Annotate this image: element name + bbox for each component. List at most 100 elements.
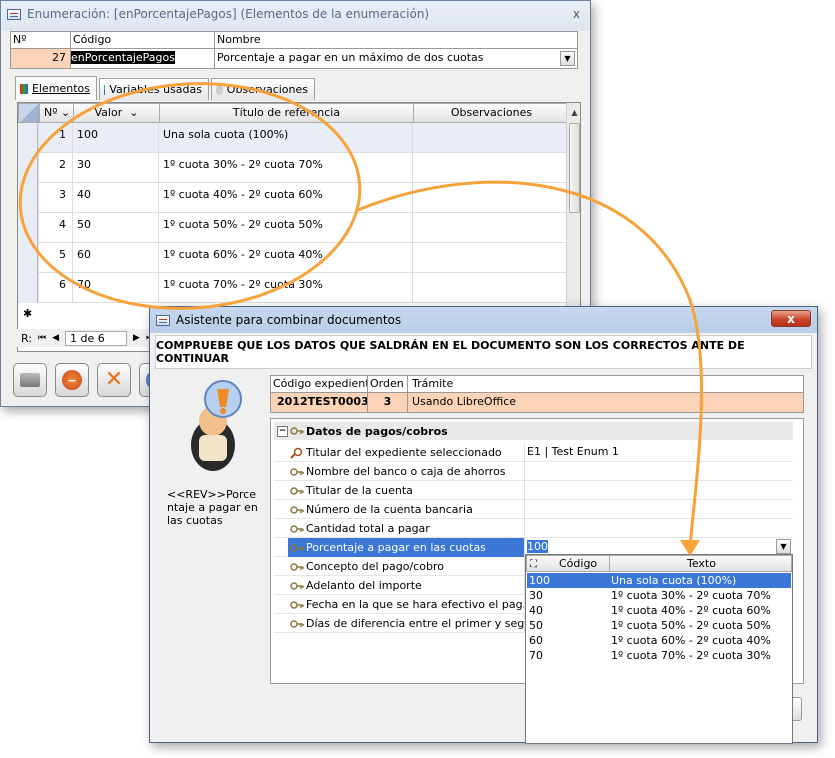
table-row[interactable]: 3 40 1º cuota 40% - 2º cuota 60% [18,183,566,213]
table-row[interactable]: 2 30 1º cuota 30% - 2º cuota 70% [18,153,566,183]
cell-n[interactable]: 6 [38,273,72,303]
property-label-cell[interactable]: Número de la cuenta bancaria [288,500,524,519]
group-header[interactable]: − Datos de pagos/cobros [274,422,793,440]
cell-observaciones[interactable] [412,213,566,243]
exp-col-tramite: Trámite [408,376,803,393]
property-row[interactable]: Número de la cuenta bancaria [274,500,793,519]
property-label-cell[interactable]: Nombre del banco o caja de ahorros [288,462,524,481]
scroll-up-icon[interactable]: ▲ [567,105,580,120]
property-value[interactable] [524,462,793,481]
scroll-thumb[interactable] [569,123,580,213]
grid-col-num[interactable]: Nº ⌄ [39,104,73,122]
row-selector[interactable] [18,273,38,303]
cell-valor[interactable]: 50 [72,213,158,243]
name-dropdown-button[interactable]: ▼ [560,51,575,66]
property-row[interactable]: Nombre del banco o caja de ahorros [274,462,793,481]
row-selector[interactable] [18,153,38,183]
property-label-cell[interactable]: Fecha en la que se hara efectivo el pag.… [288,595,524,614]
close-button[interactable]: x [573,7,580,21]
cell-n[interactable]: 2 [38,153,72,183]
cell-titulo[interactable]: Una sola cuota (100%) [158,123,412,153]
cell-valor[interactable]: 100 [72,123,158,153]
property-label-cell[interactable]: Cantidad total a pagar [288,519,524,538]
cell-observaciones[interactable] [412,153,566,183]
property-label-cell[interactable]: Porcentaje a pagar en las cuotas [288,538,524,557]
cell-n[interactable]: 3 [38,183,72,213]
dropdown-item[interactable]: 100 Una sola cuota (100%) [527,573,791,588]
table-row[interactable]: 1 100 Una sola cuota (100%) [18,123,566,153]
cell-n[interactable]: 5 [38,243,72,273]
table-row[interactable]: 5 60 1º cuota 60% - 2º cuota 40% [18,243,566,273]
cell-observaciones[interactable] [412,243,566,273]
property-label-cell[interactable]: Titular del expediente seleccionado [288,443,524,462]
tab-observaciones[interactable]: Observaciones [211,78,315,100]
record-position[interactable]: 1 de 6 [65,330,128,346]
row-selector[interactable] [18,243,38,273]
cell-observaciones[interactable] [412,183,566,213]
cell-observaciones[interactable] [412,123,566,153]
print-button[interactable] [13,363,47,397]
property-label-cell[interactable]: Concepto del pago/cobro [288,557,524,576]
cell-valor[interactable]: 40 [72,183,158,213]
cell-valor[interactable]: 30 [72,153,158,183]
first-record-icon[interactable]: ⏮ [38,333,46,343]
table-row[interactable]: 6 70 1º cuota 70% - 2º cuota 30% [18,273,566,303]
property-label-cell[interactable]: Adelanto del importe [288,576,524,595]
cell-titulo[interactable]: 1º cuota 30% - 2º cuota 70% [158,153,412,183]
property-row[interactable]: Cantidad total a pagar [274,519,793,538]
dropdown-item[interactable]: 50 1º cuota 50% - 2º cuota 50% [527,618,791,633]
cell-n[interactable]: 4 [38,213,72,243]
next-record-icon[interactable]: ▶ [133,333,140,343]
row-selector[interactable] [18,183,38,213]
record-code[interactable]: enPorcentajePagos [71,49,215,68]
cell-n[interactable]: 1 [38,123,72,153]
property-value[interactable] [524,500,793,519]
prev-record-icon[interactable]: ◀ [52,333,59,343]
row-selector[interactable] [18,123,38,153]
dropdown-header: ⛶ Código Texto [526,555,792,572]
row-selector[interactable] [18,213,38,243]
property-label: Fecha en la que se hara efectivo el pag.… [306,598,524,611]
grid-col-titulo[interactable]: Título de referencia [159,104,413,122]
record-name[interactable]: Porcentaje a pagar en un máximo de dos c… [215,49,557,68]
property-label-cell[interactable]: Días de diferencia entre el primer y seg… [288,614,524,633]
property-value[interactable] [524,519,793,538]
remove-button[interactable]: − [55,363,89,397]
wizard-close-button[interactable]: x [771,310,811,327]
delete-button[interactable]: ✕ [97,363,131,397]
helper-mascot-icon [191,380,242,471]
property-value[interactable] [524,481,793,500]
record-num[interactable]: 27 [11,49,71,68]
combo-dropdown-button[interactable]: ▼ [776,539,791,554]
property-row[interactable]: Titular de la cuenta [274,481,793,500]
grid-col-valor[interactable]: Valor ⌄ [73,104,159,122]
cell-titulo[interactable]: 1º cuota 40% - 2º cuota 60% [158,183,412,213]
cell-titulo[interactable]: 1º cuota 70% - 2º cuota 30% [158,273,412,303]
key-icon [290,599,304,611]
cell-titulo[interactable]: 1º cuota 50% - 2º cuota 50% [158,213,412,243]
tab-variables[interactable]: Variables usadas [99,78,209,100]
dropdown-item[interactable]: 70 1º cuota 70% - 2º cuota 30% [527,648,791,663]
wizard-title: Asistente para combinar documentos [176,313,402,327]
percent-dropdown[interactable]: ⛶ Código Texto 100 Una sola cuota (100%) 3… [525,554,793,744]
collapse-toggle[interactable]: − [277,425,288,437]
dropdown-item[interactable]: 60 1º cuota 60% - 2º cuota 40% [527,633,791,648]
property-value[interactable]: E1 | Test Enum 1 [524,443,793,462]
cell-valor[interactable]: 60 [72,243,158,273]
dropdown-item-code: 100 [529,574,550,587]
property-row[interactable]: Titular del expediente seleccionado E1 | … [274,443,793,462]
wizard-titlebar[interactable]: Asistente para combinar documentos [150,307,817,333]
dropdown-item[interactable]: 40 1º cuota 40% - 2º cuota 60% [527,603,791,618]
tab-elementos[interactable]: Elementos [15,76,97,100]
property-label-cell[interactable]: Titular de la cuenta [288,481,524,500]
table-row[interactable]: 4 50 1º cuota 50% - 2º cuota 50% [18,213,566,243]
cell-observaciones[interactable] [412,273,566,303]
dropdown-item[interactable]: 30 1º cuota 30% - 2º cuota 70% [527,588,791,603]
grid-col-observaciones[interactable]: Observaciones [413,104,569,122]
dropdown-item-text: 1º cuota 40% - 2º cuota 60% [611,604,771,617]
enum-titlebar[interactable]: Enumeración: [enPorcentajePagos] (Elemen… [1,1,590,27]
key-icon [290,466,304,478]
cell-titulo[interactable]: 1º cuota 60% - 2º cuota 40% [158,243,412,273]
key-icon [290,561,304,573]
cell-valor[interactable]: 70 [72,273,158,303]
